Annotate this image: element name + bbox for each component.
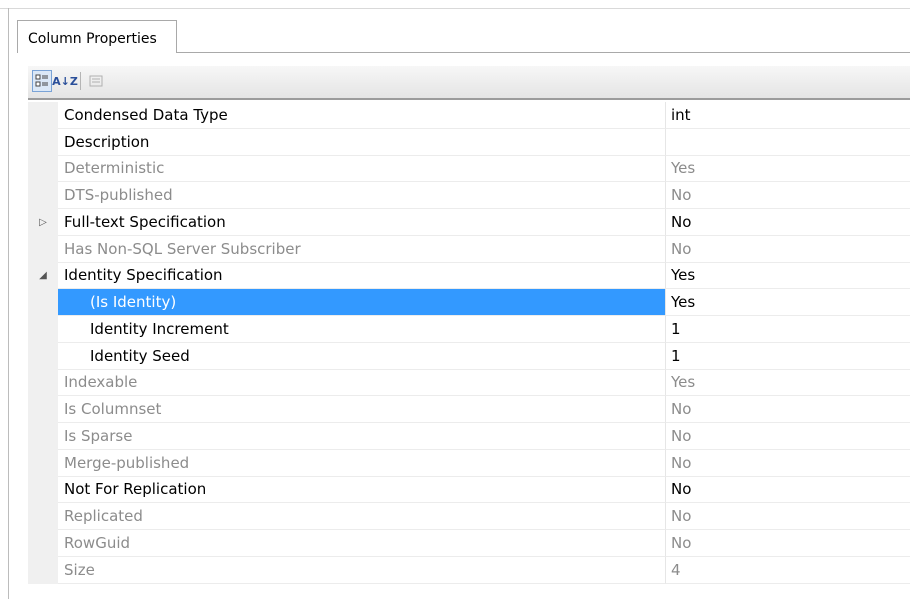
property-row[interactable]: Identity Seed 1 [28, 342, 910, 370]
property-pages-button[interactable] [86, 70, 106, 92]
row-gutter [28, 476, 58, 504]
property-row[interactable]: Identity Increment 1 [28, 316, 910, 343]
row-gutter [28, 316, 58, 343]
toolbar-separator [80, 72, 81, 90]
property-value[interactable]: Yes [665, 155, 910, 183]
property-name: Full-text Specification [58, 209, 665, 236]
property-name: DTS-published [58, 182, 665, 209]
tab-column-properties[interactable]: Column Properties [17, 20, 177, 53]
property-name: Size [58, 557, 665, 584]
property-row[interactable]: Is Columnset No [28, 396, 910, 423]
property-name: Replicated [58, 503, 665, 530]
property-pages-icon [89, 75, 103, 87]
row-gutter [28, 556, 58, 584]
row-gutter [28, 235, 58, 263]
property-row[interactable]: Deterministic Yes [28, 155, 910, 183]
property-name: Deterministic [58, 156, 665, 183]
property-name: Merge-published [58, 450, 665, 477]
expand-icon[interactable]: ▷ [28, 209, 58, 236]
property-name: Condensed Data Type [58, 102, 665, 129]
property-row[interactable]: Condensed Data Type int [28, 102, 910, 129]
property-row[interactable]: Not For Replication No [28, 476, 910, 504]
window-top-border [0, 8, 910, 9]
row-gutter [28, 369, 58, 397]
collapse-icon[interactable]: ◢ [28, 262, 58, 290]
property-row[interactable]: Is Sparse No [28, 423, 910, 450]
property-name: Identity Increment [58, 316, 665, 343]
property-value[interactable]: Yes [665, 262, 910, 290]
property-row[interactable]: Size 4 [28, 556, 910, 584]
tab-label: Column Properties [28, 31, 157, 47]
property-value[interactable]: No [665, 476, 910, 504]
property-row[interactable]: DTS-published No [28, 182, 910, 209]
property-name: Description [58, 129, 665, 156]
row-gutter [28, 289, 58, 316]
property-name: Is Sparse [58, 423, 665, 450]
property-row[interactable]: Merge-published No [28, 449, 910, 477]
property-name: Has Non-SQL Server Subscriber [58, 236, 665, 263]
property-row[interactable]: RowGuid No [28, 530, 910, 557]
property-value[interactable]: 1 [665, 316, 910, 343]
property-name: Indexable [58, 370, 665, 397]
tab-strip-line [176, 52, 910, 53]
property-value[interactable]: No [665, 503, 910, 530]
row-gutter [28, 396, 58, 423]
property-row[interactable]: Replicated No [28, 503, 910, 530]
row-gutter [28, 128, 58, 156]
categorized-icon [35, 74, 48, 87]
property-value[interactable] [665, 128, 910, 156]
property-row[interactable]: ▷ Full-text Specification No [28, 209, 910, 236]
property-row[interactable]: ◢ Identity Specification Yes [28, 262, 910, 290]
row-gutter [28, 155, 58, 183]
property-row[interactable]: (Is Identity) Yes [28, 289, 910, 316]
property-value[interactable]: 4 [665, 556, 910, 584]
property-value[interactable]: No [665, 449, 910, 477]
property-value[interactable]: 1 [665, 342, 910, 370]
alphabetical-icon: A↓Z [52, 74, 78, 88]
property-name: Not For Replication [58, 477, 665, 504]
property-value[interactable]: No [665, 530, 910, 557]
property-grid-toolbar: A↓Z [28, 66, 910, 100]
property-name: Identity Specification [58, 263, 665, 290]
row-gutter [28, 182, 58, 209]
property-row[interactable]: Has Non-SQL Server Subscriber No [28, 235, 910, 263]
property-row[interactable]: Indexable Yes [28, 369, 910, 397]
property-value[interactable]: No [665, 423, 910, 450]
property-name: (Is Identity) [58, 289, 665, 316]
row-gutter [28, 102, 58, 129]
row-gutter [28, 423, 58, 450]
row-gutter [28, 530, 58, 557]
property-grid: Condensed Data Type int Description Determi… [28, 102, 910, 584]
property-value[interactable]: Yes [665, 289, 910, 316]
property-value[interactable]: No [665, 396, 910, 423]
property-name: RowGuid [58, 530, 665, 557]
property-value[interactable]: No [665, 209, 910, 236]
window-left-border [8, 8, 9, 599]
property-value[interactable]: Yes [665, 369, 910, 397]
property-name: Is Columnset [58, 396, 665, 423]
categorized-button[interactable] [32, 70, 52, 92]
property-value[interactable]: No [665, 182, 910, 209]
property-row[interactable]: Description [28, 128, 910, 156]
row-gutter [28, 503, 58, 530]
row-gutter [28, 342, 58, 370]
property-value[interactable]: int [665, 102, 910, 129]
alphabetical-button[interactable]: A↓Z [52, 70, 78, 92]
property-name: Identity Seed [58, 343, 665, 370]
property-value[interactable]: No [665, 235, 910, 263]
row-gutter [28, 449, 58, 477]
